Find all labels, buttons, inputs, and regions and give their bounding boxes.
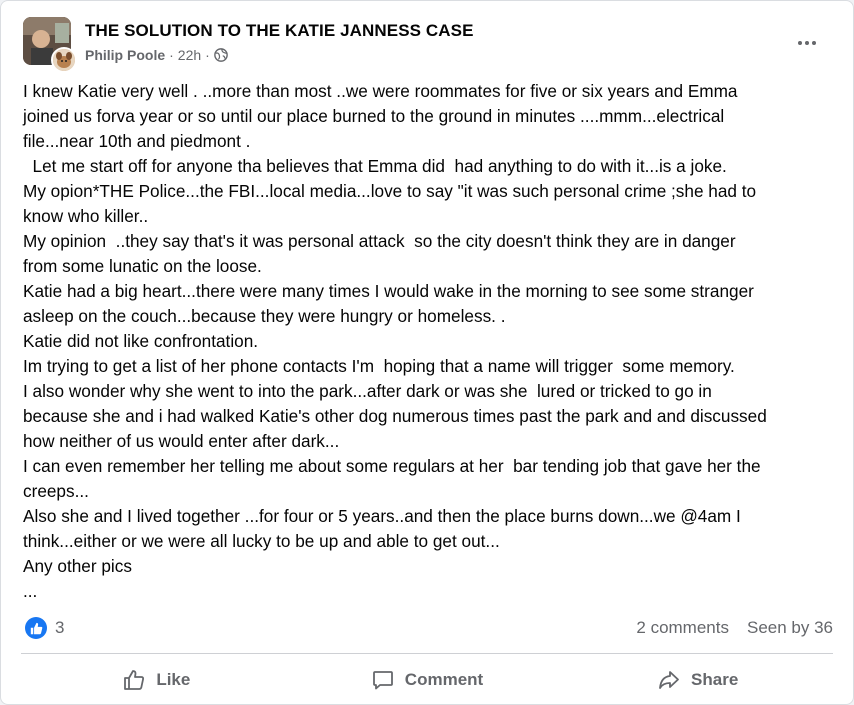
- comment-icon: [372, 671, 393, 690]
- globe-icon[interactable]: [214, 48, 228, 62]
- post-text-line: creeps...: [23, 481, 89, 501]
- author-avatar-image: [53, 49, 75, 71]
- group-title[interactable]: THE SOLUTION TO THE KATIE JANNESS CASE: [85, 21, 474, 41]
- reactions-summary[interactable]: 3: [25, 617, 64, 639]
- post-header: THE SOLUTION TO THE KATIE JANNESS CASE P…: [23, 17, 831, 73]
- more-dot: [812, 41, 816, 45]
- more-options-button[interactable]: [789, 25, 825, 61]
- post-text-line: file...near 10th and piedmont .: [23, 131, 251, 151]
- more-dot: [805, 41, 809, 45]
- post-meta: Philip Poole · 22h ·: [85, 47, 228, 63]
- post-text-line: I can even remember her telling me about…: [23, 456, 761, 476]
- comments-count-link[interactable]: 2 comments: [636, 618, 729, 638]
- post-actions: Like Comment Share: [21, 657, 833, 703]
- actions-divider: [21, 653, 833, 654]
- post-text-line: My opion*THE Police...the FBI...local me…: [23, 181, 757, 201]
- reaction-count: 3: [55, 618, 65, 637]
- post-text-line: because she and i had walked Katie's oth…: [23, 406, 767, 426]
- post-text-line: I also wonder why she went to into the p…: [23, 381, 712, 401]
- meta-separator: ·: [169, 47, 174, 63]
- post-text-line: I knew Katie very well . ..more than mos…: [23, 81, 738, 101]
- like-icon: [124, 670, 145, 690]
- meta-separator-2: ·: [205, 47, 210, 63]
- post-text-line: ...: [23, 581, 38, 601]
- post-text-line: from some lunatic on the loose.: [23, 256, 262, 276]
- post-text-line: Katie had a big heart...there were many …: [23, 281, 754, 301]
- more-dot: [798, 41, 802, 45]
- comment-label: Comment: [404, 670, 484, 689]
- post-text-line: Let me start off for anyone tha believes…: [23, 156, 727, 176]
- post-text-line: My opinion ..they say that's it was pers…: [23, 231, 736, 251]
- post-text-line: know who killer..: [23, 206, 149, 226]
- post-time[interactable]: 22h: [178, 47, 201, 63]
- post-card: THE SOLUTION TO THE KATIE JANNESS CASE P…: [0, 0, 854, 705]
- share-button[interactable]: Share: [562, 657, 833, 703]
- like-button[interactable]: Like: [21, 657, 292, 703]
- post-text-line: asleep on the couch...because they were …: [23, 306, 506, 326]
- post-body: I knew Katie very well . ..more than mos…: [23, 79, 835, 604]
- post-text-line: Also she and I lived together ...for fou…: [23, 506, 741, 526]
- post-text-line: Im trying to get a list of her phone con…: [23, 356, 735, 376]
- post-text-line: Katie did not like confrontation.: [23, 331, 259, 351]
- post-text-line: how neither of us would enter after dark…: [23, 431, 340, 451]
- thumbs-up-icon: [30, 622, 42, 634]
- comment-button[interactable]: Comment: [292, 657, 563, 703]
- like-reaction-icon: [25, 617, 47, 639]
- like-label: Like: [156, 670, 191, 689]
- post-text-line: joined us forva year or so until our pla…: [23, 106, 725, 126]
- post-stats: 2 comments Seen by 36: [636, 618, 833, 638]
- post-text-line: think...either or we were all lucky to b…: [23, 531, 500, 551]
- post-text-line: Any other pics: [23, 556, 132, 576]
- seen-by-link[interactable]: Seen by 36: [747, 618, 833, 638]
- share-icon: [659, 671, 679, 689]
- share-label: Share: [691, 670, 739, 689]
- author-avatar[interactable]: [51, 47, 77, 73]
- author-name[interactable]: Philip Poole: [85, 47, 165, 63]
